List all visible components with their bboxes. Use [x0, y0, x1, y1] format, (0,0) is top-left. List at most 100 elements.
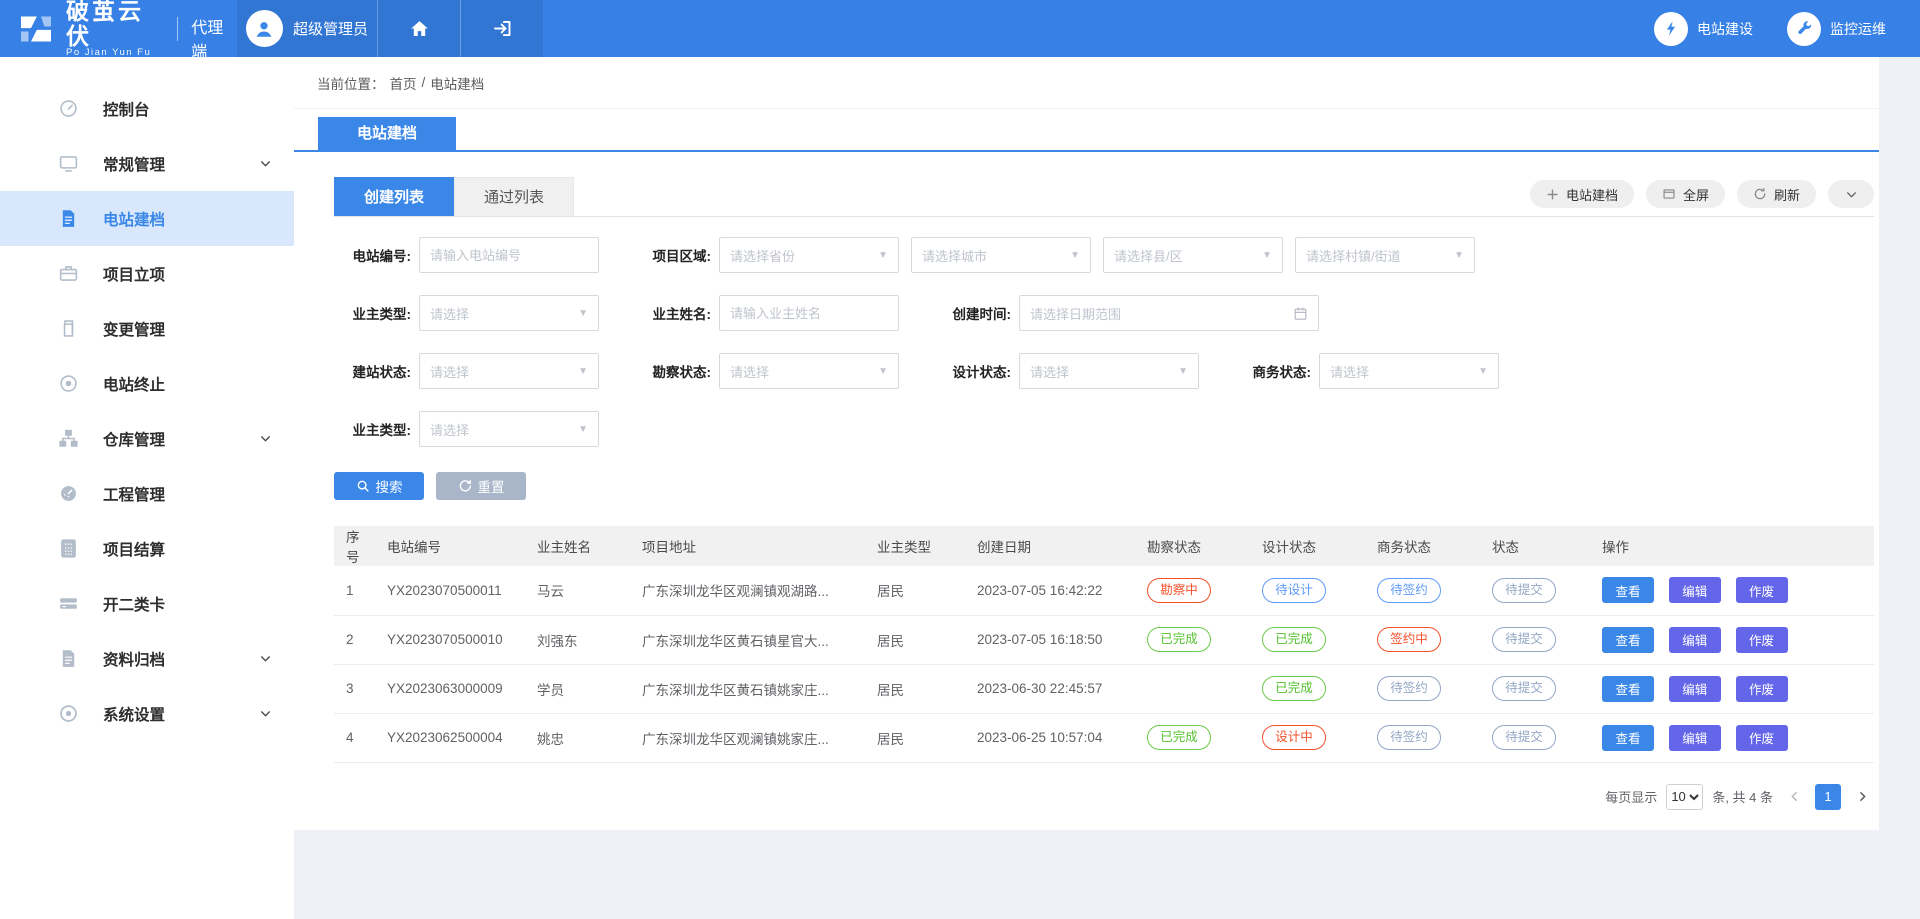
build-status-select[interactable]: 请选择▼	[419, 353, 599, 389]
username: 超级管理员	[293, 18, 368, 39]
view-button[interactable]: 查看	[1602, 725, 1654, 751]
caret-down-icon: ▼	[578, 424, 588, 435]
home-icon	[409, 18, 430, 39]
design-status-badge: 已完成	[1262, 676, 1326, 701]
business-status-badge: 签约中	[1377, 627, 1441, 652]
county-select[interactable]: 请选择县/区▼	[1103, 237, 1283, 273]
void-button[interactable]: 作废	[1736, 627, 1788, 653]
plus-icon	[1546, 188, 1559, 201]
reset-icon	[458, 479, 472, 493]
business-status-select[interactable]: 请选择▼	[1319, 353, 1499, 389]
business-status-badge: 待签约	[1377, 676, 1441, 701]
station-no-input[interactable]	[419, 237, 599, 273]
pages-icon	[58, 318, 79, 339]
view-button[interactable]: 查看	[1602, 676, 1654, 702]
design-status-label: 设计状态:	[934, 361, 1019, 381]
void-button[interactable]: 作废	[1736, 725, 1788, 751]
fullscreen-button[interactable]: 全屏	[1646, 180, 1725, 208]
breadcrumb-separator: /	[422, 75, 426, 90]
design-status-badge: 待设计	[1262, 578, 1326, 603]
create-station-button[interactable]: 电站建档	[1530, 180, 1634, 208]
chevron-down-icon	[259, 157, 272, 170]
status-badge: 待提交	[1492, 676, 1556, 701]
town-select[interactable]: 请选择村镇/街道▼	[1295, 237, 1475, 273]
view-button[interactable]: 查看	[1602, 627, 1654, 653]
sidebar: 控制台 常规管理 电站建档 项目立项	[0, 57, 294, 919]
sidebar-item-station-termination[interactable]: 电站终止	[0, 356, 294, 411]
sidebar-item-change-mgmt[interactable]: 变更管理	[0, 301, 294, 356]
survey-status-badge: 已完成	[1147, 725, 1211, 750]
owner-type-select[interactable]: 请选择▼	[419, 295, 599, 331]
main-area: 当前位置： 首页 / 电站建档 电站建档 创建列表 通过列表 电站建档	[294, 57, 1920, 919]
edit-button[interactable]: 编辑	[1669, 627, 1721, 653]
sidebar-item-console[interactable]: 控制台	[0, 81, 294, 136]
chevron-down-icon	[259, 432, 272, 445]
city-select[interactable]: 请选择城市▼	[911, 237, 1091, 273]
owner-type2-label: 业主类型:	[334, 419, 419, 439]
page-number-button[interactable]: 1	[1815, 784, 1841, 810]
next-page-button[interactable]	[1850, 784, 1874, 810]
nav-monitor-ops[interactable]: 监控运维	[1787, 0, 1886, 57]
avatar[interactable]	[246, 10, 283, 47]
edit-button[interactable]: 编辑	[1669, 577, 1721, 603]
chevron-left-icon	[1788, 790, 1801, 803]
tab-created-list[interactable]: 创建列表	[334, 177, 454, 216]
fullscreen-icon	[1662, 187, 1676, 201]
region-label: 项目区域:	[634, 245, 719, 265]
nav-link-label: 监控运维	[1830, 19, 1886, 39]
view-button[interactable]: 查看	[1602, 577, 1654, 603]
status-badge: 待提交	[1492, 578, 1556, 603]
sidebar-item-type2-card[interactable]: 开二类卡	[0, 576, 294, 631]
design-status-select[interactable]: 请选择▼	[1019, 353, 1199, 389]
collapse-toolbar-button[interactable]	[1828, 180, 1874, 208]
status-badge: 待提交	[1492, 627, 1556, 652]
station-no-label: 电站编号:	[334, 245, 419, 265]
edit-button[interactable]: 编辑	[1669, 676, 1721, 702]
refresh-button[interactable]: 刷新	[1737, 180, 1816, 208]
business-status-badge: 待签约	[1377, 578, 1441, 603]
page-tab-station-filing[interactable]: 电站建档	[318, 117, 456, 150]
owner-type2-select[interactable]: 请选择▼	[419, 411, 599, 447]
logout-button[interactable]	[460, 0, 543, 57]
logo: 破茧云伏 Po Jian Yun Fu 代理端	[0, 0, 237, 57]
nav-station-construction[interactable]: 电站建设	[1654, 0, 1753, 57]
reset-button[interactable]: 重置	[436, 472, 526, 500]
bank-card-icon	[58, 593, 79, 614]
sidebar-item-project-settlement[interactable]: 项目结算	[0, 521, 294, 576]
refresh-icon	[1753, 187, 1767, 201]
archive-file-icon	[58, 648, 79, 669]
home-button[interactable]	[377, 0, 460, 57]
date-range-input[interactable]: 请选择日期范围	[1019, 295, 1319, 331]
gauge-icon	[58, 98, 79, 119]
edit-button[interactable]: 编辑	[1669, 725, 1721, 751]
search-button[interactable]: 搜索	[334, 472, 424, 500]
document-icon	[58, 208, 79, 229]
build-status-label: 建站状态:	[334, 361, 419, 381]
prev-page-button[interactable]	[1782, 784, 1806, 810]
void-button[interactable]: 作废	[1736, 577, 1788, 603]
breadcrumb-home[interactable]: 首页	[390, 73, 417, 93]
sidebar-item-data-archive[interactable]: 资料归档	[0, 631, 294, 686]
sidebar-item-system-settings[interactable]: 系统设置	[0, 686, 294, 741]
table-row: 1 YX2023070500011 马云 广东深圳龙华区观澜镇观湖路... 居民…	[334, 566, 1874, 615]
tab-passed-list[interactable]: 通过列表	[454, 177, 574, 216]
filter-form: 电站编号: 项目区域: 请选择省份▼ 请选择城市▼ 请选择县/区▼ 请选择村镇/…	[334, 237, 1874, 500]
nav-link-label: 电站建设	[1697, 19, 1753, 39]
sidebar-item-project-approval[interactable]: 项目立项	[0, 246, 294, 301]
sidebar-item-engineering-mgmt[interactable]: 工程管理	[0, 466, 294, 521]
settings-icon	[58, 703, 79, 724]
user-section[interactable]: 超级管理员	[237, 0, 377, 57]
void-button[interactable]: 作废	[1736, 676, 1788, 702]
sidebar-item-warehouse-mgmt[interactable]: 仓库管理	[0, 411, 294, 466]
top-header: 破茧云伏 Po Jian Yun Fu 代理端 超级管理员 电站建设	[0, 0, 1920, 57]
survey-status-select[interactable]: 请选择▼	[719, 353, 899, 389]
brand-title: 破茧云伏	[66, 0, 165, 48]
sidebar-item-general-mgmt[interactable]: 常规管理	[0, 136, 294, 191]
caret-down-icon: ▼	[1262, 250, 1272, 261]
province-select[interactable]: 请选择省份▼	[719, 237, 899, 273]
caret-down-icon: ▼	[1178, 366, 1188, 377]
per-page-select[interactable]: 10	[1666, 784, 1703, 810]
sidebar-item-station-filing[interactable]: 电站建档	[0, 191, 294, 246]
owner-name-input[interactable]	[719, 295, 899, 331]
brand-subtitle: Po Jian Yun Fu	[66, 48, 165, 58]
